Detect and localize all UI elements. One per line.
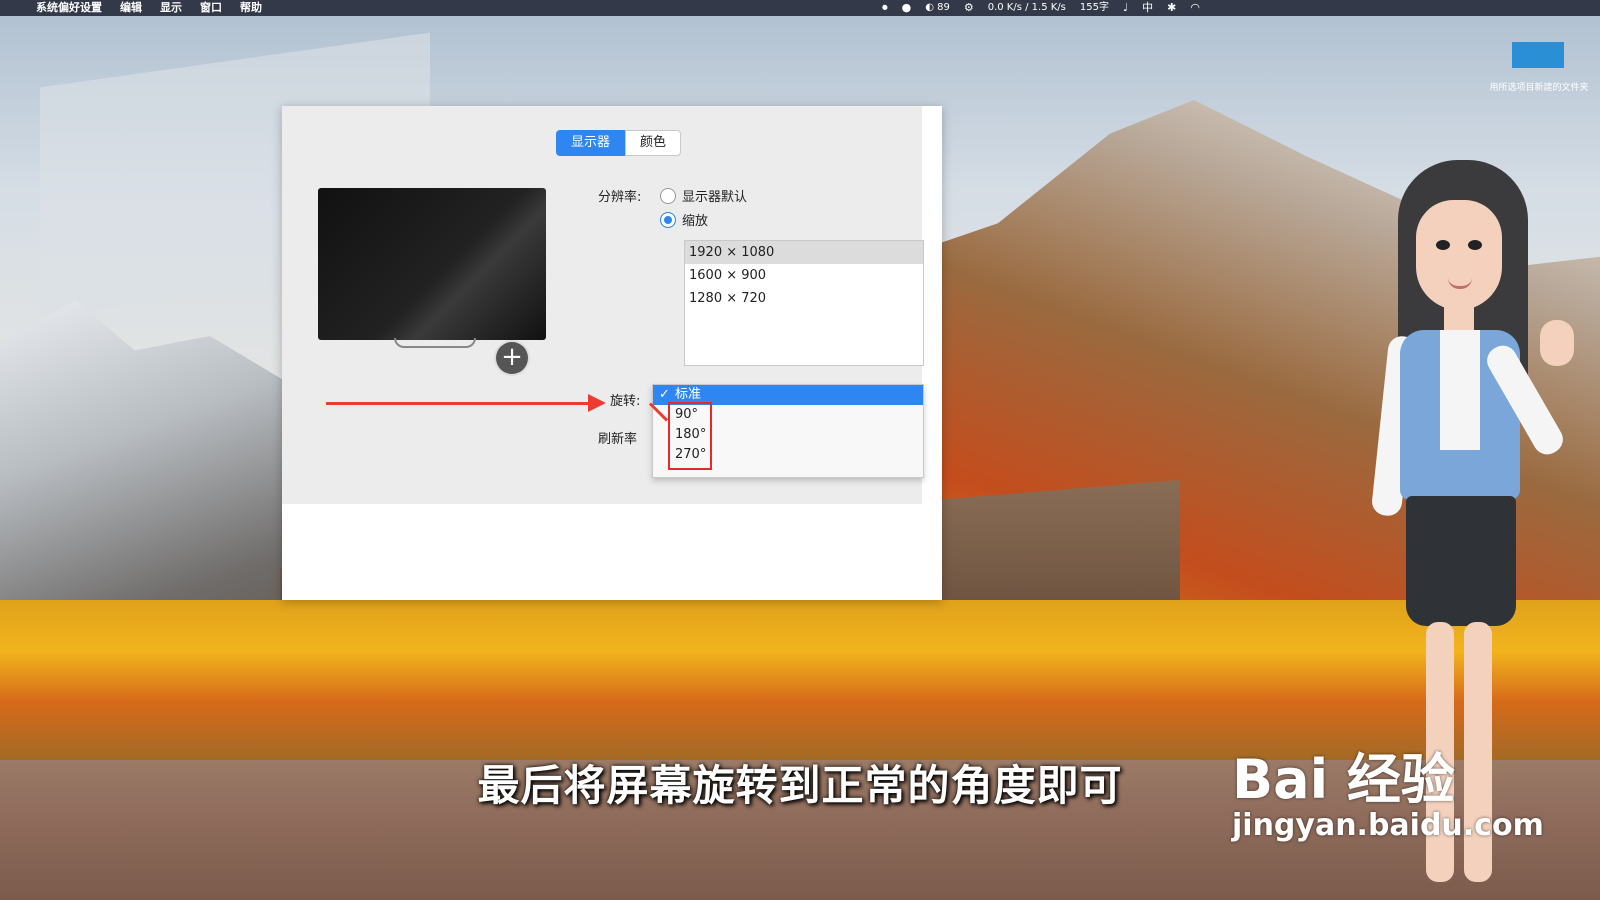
menu-window[interactable]: 窗口 [200, 0, 222, 16]
radio-default[interactable] [660, 188, 676, 204]
baidu-jingyan-logo: Bai 经验 jingyan.baidu.com [1232, 748, 1544, 844]
wechat-icon[interactable]: ● [902, 0, 912, 16]
bluetooth-icon[interactable]: ✱ [1167, 0, 1176, 16]
monitor-preview-image [318, 188, 546, 340]
input-method[interactable]: 中 [1142, 0, 1153, 16]
logo-url: jingyan.baidu.com [1232, 808, 1544, 843]
rotation-option-label: 标准 [675, 387, 702, 402]
refresh-rate-label: 刷新率 [598, 432, 638, 447]
wifi-icon[interactable]: ◠ [1190, 0, 1200, 16]
microphone-icon[interactable]: ♩ [1123, 0, 1128, 16]
folder-label[interactable]: 用所选项目新建的文件夹 [1480, 80, 1598, 93]
network-speed: 0.0 K/s / 1.5 K/s [987, 2, 1066, 13]
menu-view[interactable]: 显示 [160, 0, 182, 16]
rotation-label: 旋转: [610, 394, 641, 409]
record-icon[interactable]: ⏺ [882, 0, 888, 16]
option-scaled-label[interactable]: 缩放 [682, 210, 708, 229]
tab-display[interactable]: 显示器 [556, 130, 626, 156]
add-display-button[interactable]: + [496, 342, 528, 374]
battery-status[interactable]: ◐ 89 [925, 0, 950, 16]
menu-system-preferences[interactable]: 系统偏好设置 [36, 0, 102, 16]
network-down: 1.5 K/s [1031, 2, 1066, 13]
avatar-hand-right [1540, 320, 1574, 366]
menu-help[interactable]: 帮助 [240, 0, 262, 16]
avatar-eye-right [1468, 240, 1482, 250]
annotation-arrow-head [588, 394, 606, 412]
folder-icon[interactable] [1512, 42, 1564, 68]
annotation-arrow [326, 402, 588, 405]
tab-bar: 显示器 颜色 [556, 130, 682, 156]
tab-color[interactable]: 颜色 [625, 130, 682, 156]
avatar-skirt [1406, 496, 1516, 626]
menubar: 系统偏好设置 编辑 显示 窗口 帮助 ⏺ ● ◐ 89 ⚙ 0.0 K/s / … [0, 0, 1600, 16]
avatar-face [1416, 200, 1502, 310]
avatar-mouth [1448, 278, 1472, 289]
avatar-eye-left [1436, 240, 1450, 250]
avatar-blouse [1440, 330, 1480, 450]
battery-percent: 89 [937, 2, 950, 13]
logo-main: Bai 经验 [1232, 748, 1455, 811]
display-preferences-window: 显示器 颜色 + 分辨率: 显示器默认 缩放 1920 × 1080 1600 … [282, 106, 942, 600]
resolution-item[interactable]: 1280 × 720 [685, 287, 923, 310]
network-up: 0.0 K/s [987, 2, 1022, 13]
radio-scaled[interactable] [660, 212, 676, 228]
option-default-label[interactable]: 显示器默认 [682, 186, 747, 205]
word-count[interactable]: 155字 [1080, 0, 1109, 16]
resolution-label: 分辨率: [598, 190, 642, 205]
display-panel: 显示器 颜色 + 分辨率: 显示器默认 缩放 1920 × 1080 1600 … [282, 106, 924, 504]
annotation-highlight-box [668, 402, 712, 470]
resolution-list[interactable]: 1920 × 1080 1600 × 900 1280 × 720 [684, 240, 924, 366]
resolution-item[interactable]: 1600 × 900 [685, 264, 923, 287]
settings-icon[interactable]: ⚙ [964, 0, 974, 16]
resolution-item[interactable]: 1920 × 1080 [685, 241, 923, 264]
menu-edit[interactable]: 编辑 [120, 0, 142, 16]
monitor-stand [394, 338, 476, 348]
